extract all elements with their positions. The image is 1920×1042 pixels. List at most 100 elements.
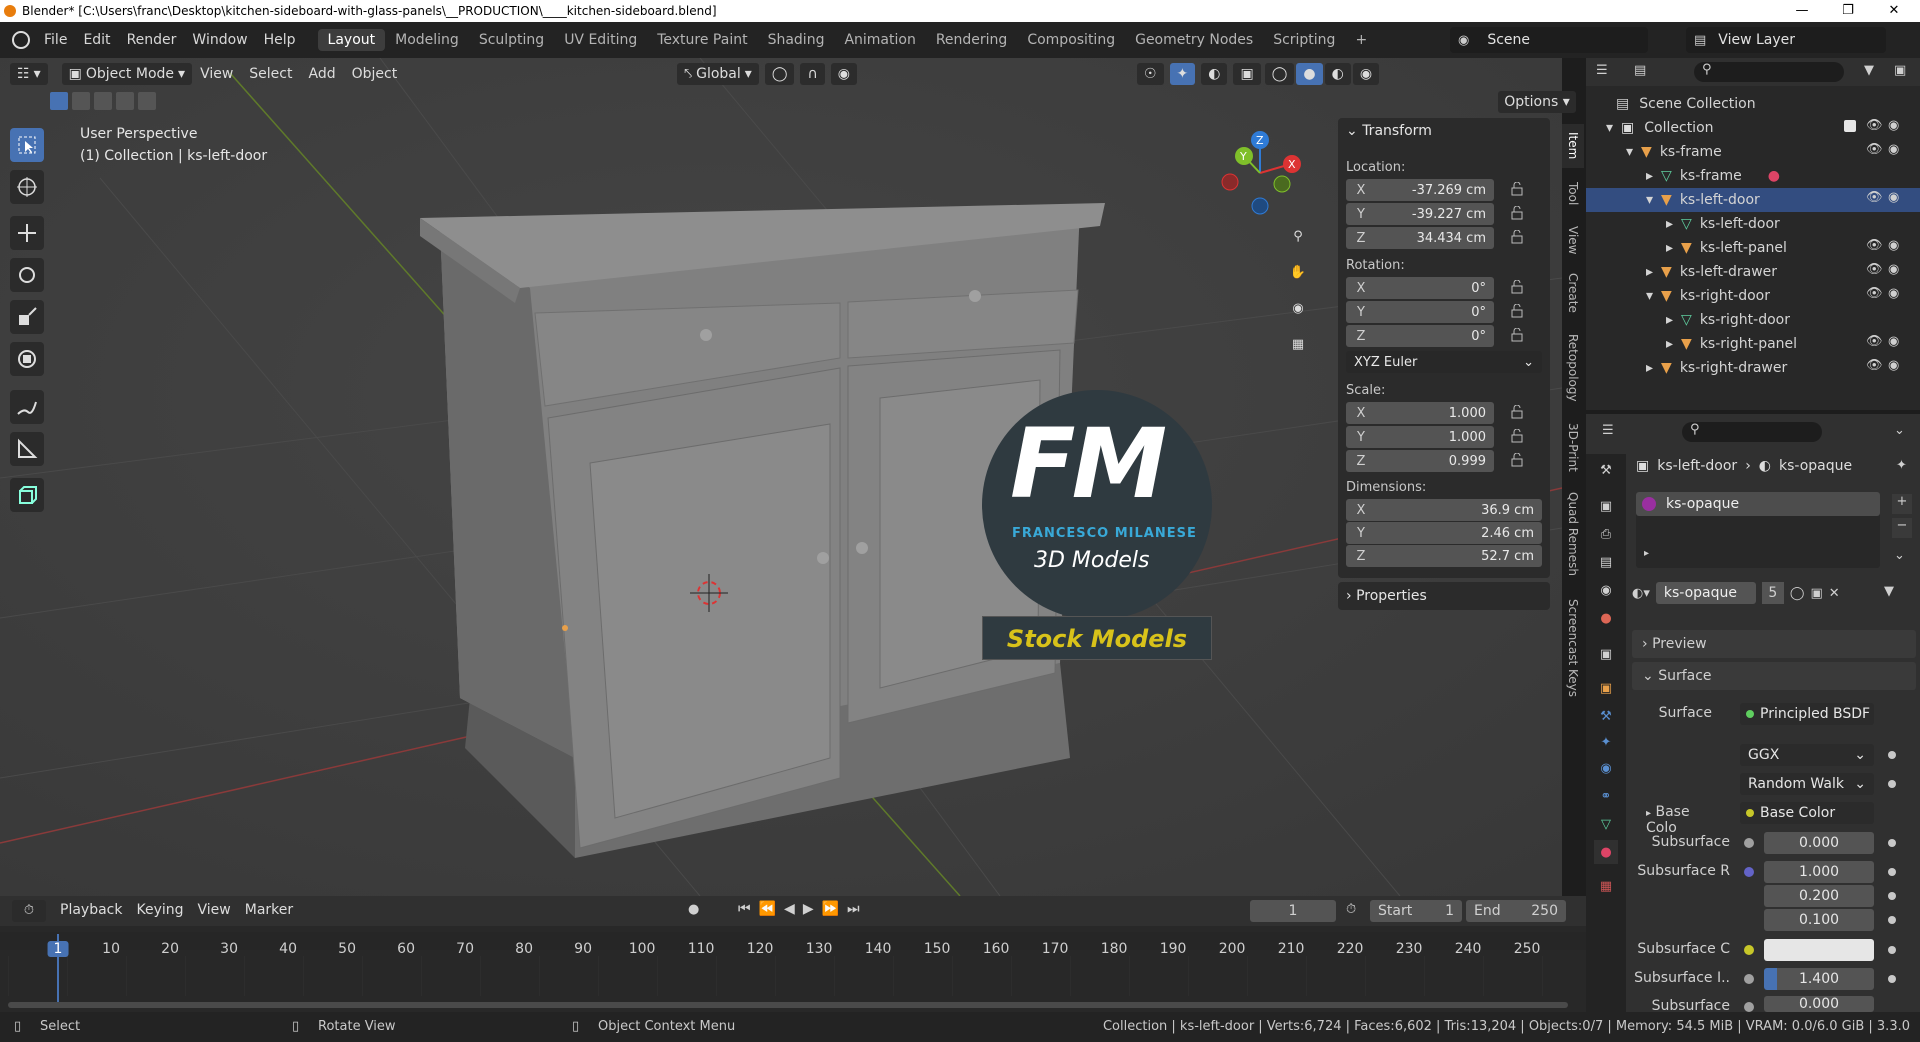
timeline-editor-type[interactable]: ⏱: [12, 900, 46, 922]
physics-tab-icon[interactable]: ◉: [1594, 756, 1618, 780]
snap-toggle-button[interactable]: ∩: [800, 63, 825, 85]
transform-orientation-selector[interactable]: ⤣ Global ▾: [677, 63, 759, 85]
jump-end-icon[interactable]: ⏭: [847, 901, 860, 917]
pin-icon[interactable]: ✦: [1896, 458, 1907, 473]
select-extend-icon[interactable]: [72, 92, 90, 110]
tool-tab-icon[interactable]: ⚒: [1594, 458, 1618, 482]
move-tool[interactable]: [10, 216, 44, 250]
timeline-menu-view[interactable]: View: [198, 902, 231, 918]
tab-3d-print[interactable]: 3D-Print: [1562, 416, 1584, 478]
close-window-button[interactable]: ✕: [1872, 0, 1916, 22]
viewport-menu-add[interactable]: Add: [301, 66, 344, 82]
lock-icon[interactable]: [1510, 280, 1524, 294]
display-mode-icon[interactable]: ▤: [1634, 63, 1646, 78]
preview-panel-header[interactable]: › Preview: [1632, 630, 1916, 658]
select-subtract-icon[interactable]: [94, 92, 112, 110]
workspace-tab-compositing[interactable]: Compositing: [1017, 29, 1125, 51]
subsurface-ior-field[interactable]: 1.400: [1764, 968, 1874, 990]
camera-icon[interactable]: ◉: [1888, 286, 1899, 301]
select-invert-icon[interactable]: [116, 92, 134, 110]
properties-editor-icon[interactable]: ☰: [1602, 423, 1614, 438]
constraints-tab-icon[interactable]: ⚭: [1594, 784, 1618, 808]
workspace-tab-geometry-nodes[interactable]: Geometry Nodes: [1125, 29, 1263, 51]
material-users-count[interactable]: 5: [1761, 582, 1784, 604]
scene-tab-icon[interactable]: ◉: [1594, 578, 1618, 602]
lock-icon[interactable]: [1510, 206, 1524, 220]
dimensions-z-field[interactable]: Z 52.7 cm: [1346, 545, 1542, 567]
subsurface-field[interactable]: 0.000: [1764, 832, 1874, 854]
outliner-editor-icon[interactable]: ☰: [1596, 63, 1608, 78]
prev-keyframe-icon[interactable]: ⏪: [759, 901, 776, 917]
location-x-field[interactable]: X -37.269 cm: [1346, 179, 1494, 201]
view-layer-tab-icon[interactable]: ▤: [1594, 550, 1618, 574]
base-color-field[interactable]: Base Color: [1740, 802, 1874, 824]
menu-help[interactable]: Help: [256, 32, 304, 48]
eye-icon[interactable]: 👁: [1866, 118, 1883, 133]
material-name-field[interactable]: ks-opaque: [1655, 582, 1756, 604]
rotation-y-field[interactable]: Y 0°: [1346, 301, 1494, 323]
menu-edit[interactable]: Edit: [75, 32, 118, 48]
next-keyframe-icon[interactable]: ⏩: [822, 901, 839, 917]
play-icon[interactable]: ▶: [803, 901, 814, 917]
fake-user-shield-icon[interactable]: ◯: [1790, 586, 1805, 601]
workspace-tab-shading[interactable]: Shading: [758, 29, 835, 51]
subsurface-radius-y-field[interactable]: 0.200: [1764, 885, 1874, 907]
link-dropdown-icon[interactable]: ▼: [1884, 584, 1894, 599]
lock-icon[interactable]: [1510, 328, 1524, 342]
camera-icon[interactable]: ◉: [1888, 262, 1899, 277]
measure-tool[interactable]: [10, 432, 44, 466]
shading-rendered-button[interactable]: ◉: [1352, 63, 1380, 85]
tab-item[interactable]: Item: [1562, 124, 1584, 168]
camera-icon[interactable]: ◉: [1888, 238, 1899, 253]
perspective-toggle-button[interactable]: ▦: [1283, 329, 1313, 359]
output-tab-icon[interactable]: ⎙: [1594, 522, 1618, 546]
viewport-menu-view[interactable]: View: [192, 66, 241, 82]
tab-create[interactable]: Create: [1562, 266, 1584, 320]
subsurface-radius-x-field[interactable]: 1.000: [1764, 861, 1874, 883]
add-slot-button[interactable]: +: [1892, 494, 1912, 514]
eye-icon[interactable]: 👁: [1866, 238, 1883, 253]
subsurface-radius-z-field[interactable]: 0.100: [1764, 909, 1874, 931]
menu-window[interactable]: Window: [184, 32, 255, 48]
lock-icon[interactable]: [1510, 182, 1524, 196]
render-tab-icon[interactable]: ▣: [1594, 494, 1618, 518]
maximize-button[interactable]: ❐: [1826, 0, 1870, 22]
eye-icon[interactable]: 👁: [1866, 334, 1883, 349]
exclude-checkbox[interactable]: [1844, 120, 1856, 132]
camera-view-button[interactable]: ◉: [1283, 293, 1313, 323]
close-icon[interactable]: ✕: [1829, 586, 1840, 601]
pan-view-button[interactable]: ✋: [1283, 257, 1313, 287]
play-reverse-icon[interactable]: ◀: [784, 901, 795, 917]
camera-icon[interactable]: ◉: [1888, 142, 1899, 157]
data-tab-icon[interactable]: ▽: [1594, 812, 1618, 836]
proportional-edit-button[interactable]: ◉: [830, 63, 857, 85]
workspace-tab-scripting[interactable]: Scripting: [1263, 29, 1345, 51]
jump-start-icon[interactable]: ⏮: [738, 901, 751, 917]
tab-retopology[interactable]: Retopology: [1562, 326, 1584, 410]
rotation-x-field[interactable]: X 0°: [1346, 277, 1494, 299]
transform-header[interactable]: ⌄ Transform: [1346, 123, 1432, 139]
current-frame-field[interactable]: 1: [1250, 900, 1336, 922]
workspace-tab-texture-paint[interactable]: Texture Paint: [647, 29, 757, 51]
workspace-tab-uv-editing[interactable]: UV Editing: [554, 29, 647, 51]
properties-search-input[interactable]: ⚲: [1682, 422, 1822, 442]
mode-selector[interactable]: ▣ Object Mode ▾: [61, 63, 193, 85]
xray-toggle-button[interactable]: ▣: [1233, 63, 1261, 85]
scale-y-field[interactable]: Y 1.000: [1346, 426, 1494, 448]
rotate-tool[interactable]: [10, 258, 44, 292]
workspace-tab-modeling[interactable]: Modeling: [385, 29, 469, 51]
chevron-down-icon[interactable]: ⌄: [1894, 423, 1905, 438]
outliner-search-input[interactable]: ⚲: [1694, 62, 1844, 82]
zoom-view-button[interactable]: ⚲: [1283, 221, 1313, 251]
location-y-field[interactable]: Y -39.227 cm: [1346, 203, 1494, 225]
gizmo-toggle-button[interactable]: ✦: [1169, 63, 1196, 85]
menu-file[interactable]: File: [36, 32, 75, 48]
shading-solid-button[interactable]: ●: [1296, 63, 1323, 85]
menu-render[interactable]: Render: [119, 32, 185, 48]
visibility-button[interactable]: ☉: [1136, 63, 1164, 85]
remove-slot-button[interactable]: −: [1892, 518, 1912, 538]
camera-icon[interactable]: ◉: [1888, 358, 1899, 373]
eye-icon[interactable]: 👁: [1866, 286, 1883, 301]
properties-subpanel[interactable]: › Properties: [1338, 582, 1550, 610]
shading-material-button[interactable]: ◐: [1324, 63, 1351, 85]
